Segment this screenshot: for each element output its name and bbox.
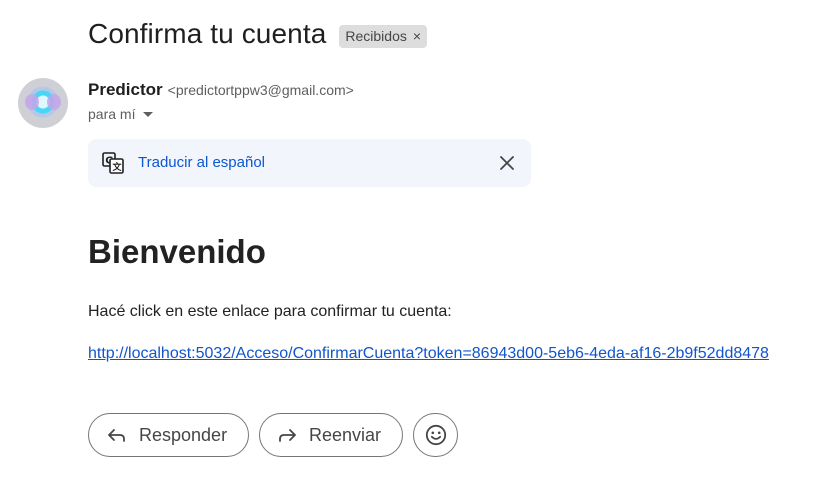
translate-banner: G 文 Traducir al español [88,139,531,187]
svg-text:文: 文 [112,161,123,173]
label-chip-text: Recibidos [345,27,407,44]
reply-icon [108,429,125,442]
avatar[interactable] [18,78,68,128]
close-icon[interactable] [499,155,515,171]
forward-label: Reenviar [309,424,382,445]
translate-link[interactable]: Traducir al español [138,154,265,171]
confirm-account-link[interactable]: http://localhost:5032/Acceso/ConfirmarCu… [88,345,769,363]
email-subject: Confirma tu cuenta [88,18,327,49]
chevron-down-icon[interactable] [143,111,154,117]
label-chip-inbox[interactable]: Recibidos × [339,24,428,48]
body-text: Hacé click en este enlace para confirmar… [88,303,452,320]
recipient-text: para mí [88,106,136,122]
sender-row: Predictor <predictortppw3@gmail.com> [88,80,354,100]
email-view: Confirma tu cuenta Recibidos × Predictor… [0,0,832,494]
reply-button[interactable]: Responder [88,413,249,457]
remove-label-icon[interactable]: × [413,28,421,44]
subject-row: Confirma tu cuenta Recibidos × [88,18,428,50]
sender-name[interactable]: Predictor [88,80,163,100]
forward-icon [279,429,296,442]
avatar-wing-right [47,94,61,110]
emoji-icon [425,424,446,446]
reply-label: Responder [139,424,228,445]
forward-button[interactable]: Reenviar [259,413,403,457]
recipient-row[interactable]: para mí [88,106,154,122]
translate-icon: G 文 [102,152,124,174]
welcome-heading: Bienvenido [88,233,266,270]
sender-email: <predictortppw3@gmail.com> [167,82,354,98]
avatar-wing-left [25,94,39,110]
emoji-reaction-button[interactable] [413,413,458,457]
